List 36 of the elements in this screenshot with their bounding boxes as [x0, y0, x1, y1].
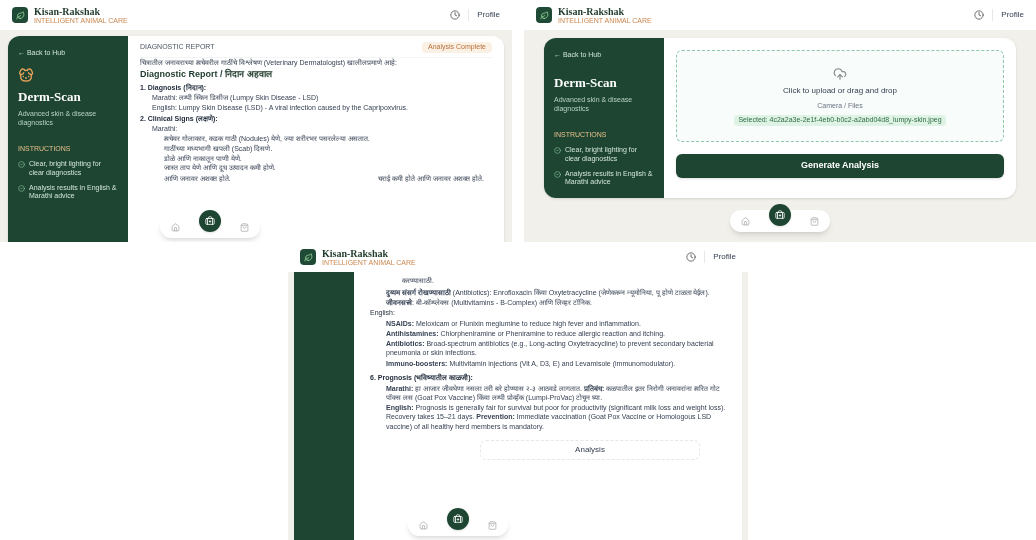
- bag-icon: [810, 216, 820, 226]
- history-icon[interactable]: [974, 10, 985, 20]
- leaf-logo-icon: [12, 7, 28, 23]
- check-icon: [554, 147, 561, 154]
- profile-button[interactable]: Profile: [713, 251, 736, 263]
- nav-tab[interactable]: [199, 210, 221, 232]
- analysis-button[interactable]: Analysis: [480, 439, 700, 460]
- dog-icon: [18, 66, 34, 83]
- tool-title: Derm-Scan: [18, 87, 82, 106]
- check-icon: [554, 170, 561, 178]
- tool-title: Derm-Scan: [554, 73, 618, 92]
- nav-tab[interactable]: [769, 204, 791, 226]
- home-icon: [740, 216, 750, 226]
- home-icon: [170, 222, 180, 232]
- brand-name: Kisan-Rakshak: [558, 6, 626, 17]
- profile-button[interactable]: Profile: [1001, 9, 1024, 21]
- medical-kit-icon: [205, 216, 215, 226]
- brand-name: Kisan-Rakshak: [34, 6, 102, 17]
- medical-kit-icon: [453, 514, 463, 524]
- upload-prompt: Click to upload or drag and drop: [783, 84, 897, 97]
- cloud-upload-icon: [833, 66, 847, 81]
- bag-icon: [488, 520, 498, 530]
- generate-button[interactable]: Generate Analysis: [676, 154, 1004, 178]
- leaf-logo-icon: [300, 249, 316, 265]
- medical-kit-icon: [775, 210, 785, 220]
- brand-name: Kisan-Rakshak: [322, 248, 390, 259]
- bag-icon: [240, 222, 250, 232]
- check-icon: [18, 184, 25, 192]
- history-icon[interactable]: [686, 252, 697, 262]
- home-icon: [418, 520, 428, 530]
- leaf-logo-icon: [536, 7, 552, 23]
- nav-tab[interactable]: [447, 508, 469, 530]
- report-heading: Diagnostic Report / निदान अहवाल: [140, 68, 274, 82]
- check-icon: [18, 161, 25, 168]
- history-icon[interactable]: [450, 10, 461, 20]
- profile-button[interactable]: Profile: [477, 9, 500, 21]
